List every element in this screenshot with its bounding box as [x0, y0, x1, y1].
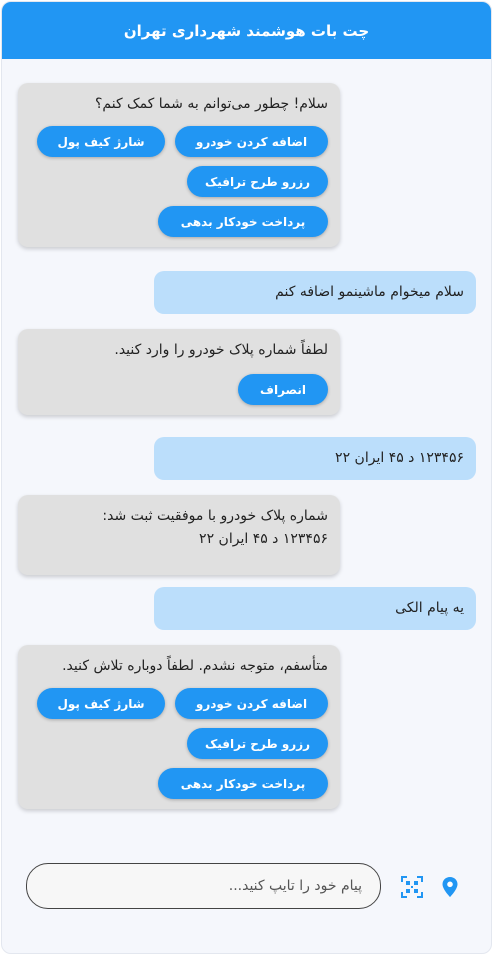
quick-reply-row: اضافه کردن خودرو شارژ کیف پول — [30, 126, 328, 157]
user-message: یه پیام الکی — [154, 587, 476, 630]
composer — [2, 843, 491, 953]
message-text: سلام! چطور می‌توانم به شما کمک کنم؟ — [94, 96, 328, 112]
message-text: ۱۲۳۴۵۶ د ۴۵ ایران ۲۲ — [335, 450, 464, 466]
quick-reply-row: اضافه کردن خودرو شارژ کیف پول — [30, 688, 328, 719]
bot-message: سلام! چطور می‌توانم به شما کمک کنم؟ اضاف… — [18, 83, 340, 247]
chat-title: چت بات هوشمند شهرداری تهران — [123, 21, 370, 40]
message-input[interactable] — [26, 863, 381, 909]
message-text: یه پیام الکی — [395, 600, 464, 616]
user-message: سلام میخوام ماشینمو اضافه کنم — [154, 271, 476, 314]
message-text: سلام میخوام ماشینمو اضافه کنم — [275, 284, 464, 300]
message-text-line1: شماره پلاک خودرو با موفقیت ثبت شد: — [102, 508, 328, 524]
message-text: لطفاً شماره پلاک خودرو را وارد کنید. — [114, 342, 328, 358]
add-vehicle-button[interactable]: اضافه کردن خودرو — [175, 688, 328, 719]
reserve-traffic-plan-button[interactable]: رزرو طرح ترافیک — [187, 166, 328, 197]
charge-wallet-button[interactable]: شارژ کیف پول — [37, 126, 165, 157]
bot-message: شماره پلاک خودرو با موفقیت ثبت شد: ۱۲۳۴۵… — [18, 495, 340, 575]
auto-pay-debt-button[interactable]: پرداخت خودکار بدهی — [158, 768, 328, 799]
auto-pay-debt-button[interactable]: پرداخت خودکار بدهی — [158, 206, 328, 237]
message-list[interactable]: سلام! چطور می‌توانم به شما کمک کنم؟ اضاف… — [2, 59, 491, 845]
qr-code-icon[interactable] — [400, 875, 424, 899]
bot-message: متأسفم، متوجه نشدم. لطفاً دوباره تلاش کن… — [18, 645, 340, 809]
quick-reply-row: انصراف — [30, 374, 328, 405]
quick-reply-row: پرداخت خودکار بدهی — [30, 206, 328, 237]
quick-reply-row: رزرو طرح ترافیک — [30, 728, 328, 759]
quick-reply-row: رزرو طرح ترافیک — [30, 166, 328, 197]
message-text: متأسفم، متوجه نشدم. لطفاً دوباره تلاش کن… — [62, 658, 328, 674]
chat-header: چت بات هوشمند شهرداری تهران — [2, 2, 491, 59]
quick-reply-row: پرداخت خودکار بدهی — [30, 768, 328, 799]
user-message: ۱۲۳۴۵۶ د ۴۵ ایران ۲۲ — [154, 437, 476, 480]
reserve-traffic-plan-button[interactable]: رزرو طرح ترافیک — [187, 728, 328, 759]
bot-message: لطفاً شماره پلاک خودرو را وارد کنید. انص… — [18, 329, 340, 415]
cancel-button[interactable]: انصراف — [238, 374, 328, 405]
charge-wallet-button[interactable]: شارژ کیف پول — [37, 688, 165, 719]
location-pin-icon[interactable] — [438, 875, 462, 899]
add-vehicle-button[interactable]: اضافه کردن خودرو — [175, 126, 328, 157]
message-text-line2: ۱۲۳۴۵۶ د ۴۵ ایران ۲۲ — [199, 531, 328, 547]
chat-window: چت بات هوشمند شهرداری تهران سلام! چطور م… — [1, 1, 492, 954]
